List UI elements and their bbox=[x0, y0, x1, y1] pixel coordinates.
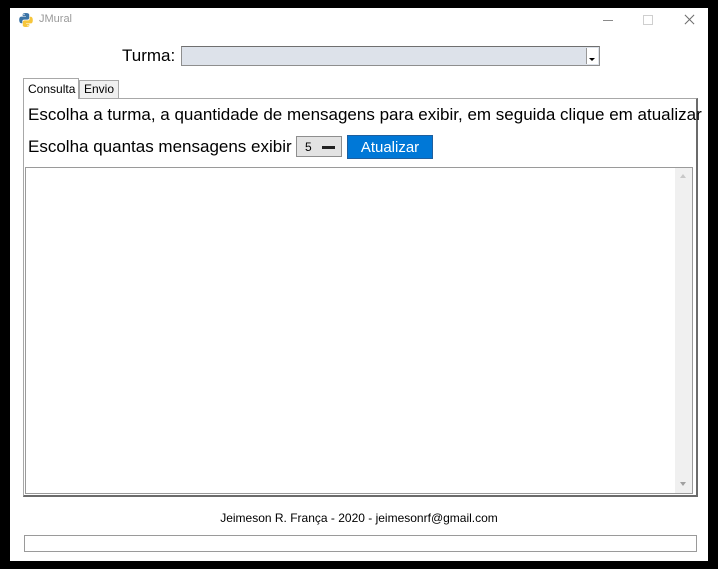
message-count-select[interactable]: 5 bbox=[296, 136, 342, 157]
title-bar[interactable]: JMural bbox=[10, 8, 708, 32]
messages-scrollbar[interactable] bbox=[675, 168, 692, 493]
update-button[interactable]: Atualizar bbox=[347, 135, 433, 159]
minimize-icon[interactable] bbox=[588, 8, 628, 32]
scroll-down-icon[interactable] bbox=[675, 476, 692, 493]
maximize-icon[interactable] bbox=[628, 8, 668, 32]
footer-credit: Jeimeson R. França - 2020 - jeimesonrf@g… bbox=[220, 511, 498, 525]
messages-textarea[interactable] bbox=[25, 167, 693, 494]
message-count-value: 5 bbox=[305, 140, 312, 154]
close-icon[interactable] bbox=[668, 8, 708, 32]
app-window: JMural Turma: Consulta Envio Escolha a t… bbox=[10, 8, 708, 561]
instruction-text: Escolha a turma, a quantidade de mensage… bbox=[28, 105, 702, 124]
turma-label: Turma: bbox=[122, 46, 176, 65]
turma-select[interactable] bbox=[181, 46, 600, 66]
option-menu-indicator-icon bbox=[322, 146, 335, 149]
scroll-up-icon[interactable] bbox=[675, 168, 692, 185]
tab-consulta[interactable]: Consulta bbox=[23, 78, 79, 99]
window-title: JMural bbox=[39, 13, 73, 25]
status-field[interactable] bbox=[24, 535, 697, 552]
tab-envio[interactable]: Envio bbox=[79, 80, 119, 98]
message-count-label: Escolha quantas mensagens exibir bbox=[28, 137, 292, 156]
python-logo-icon bbox=[19, 13, 33, 27]
dropdown-arrow-icon[interactable] bbox=[586, 48, 598, 64]
consulta-panel: Escolha a turma, a quantidade de mensage… bbox=[23, 98, 702, 497]
